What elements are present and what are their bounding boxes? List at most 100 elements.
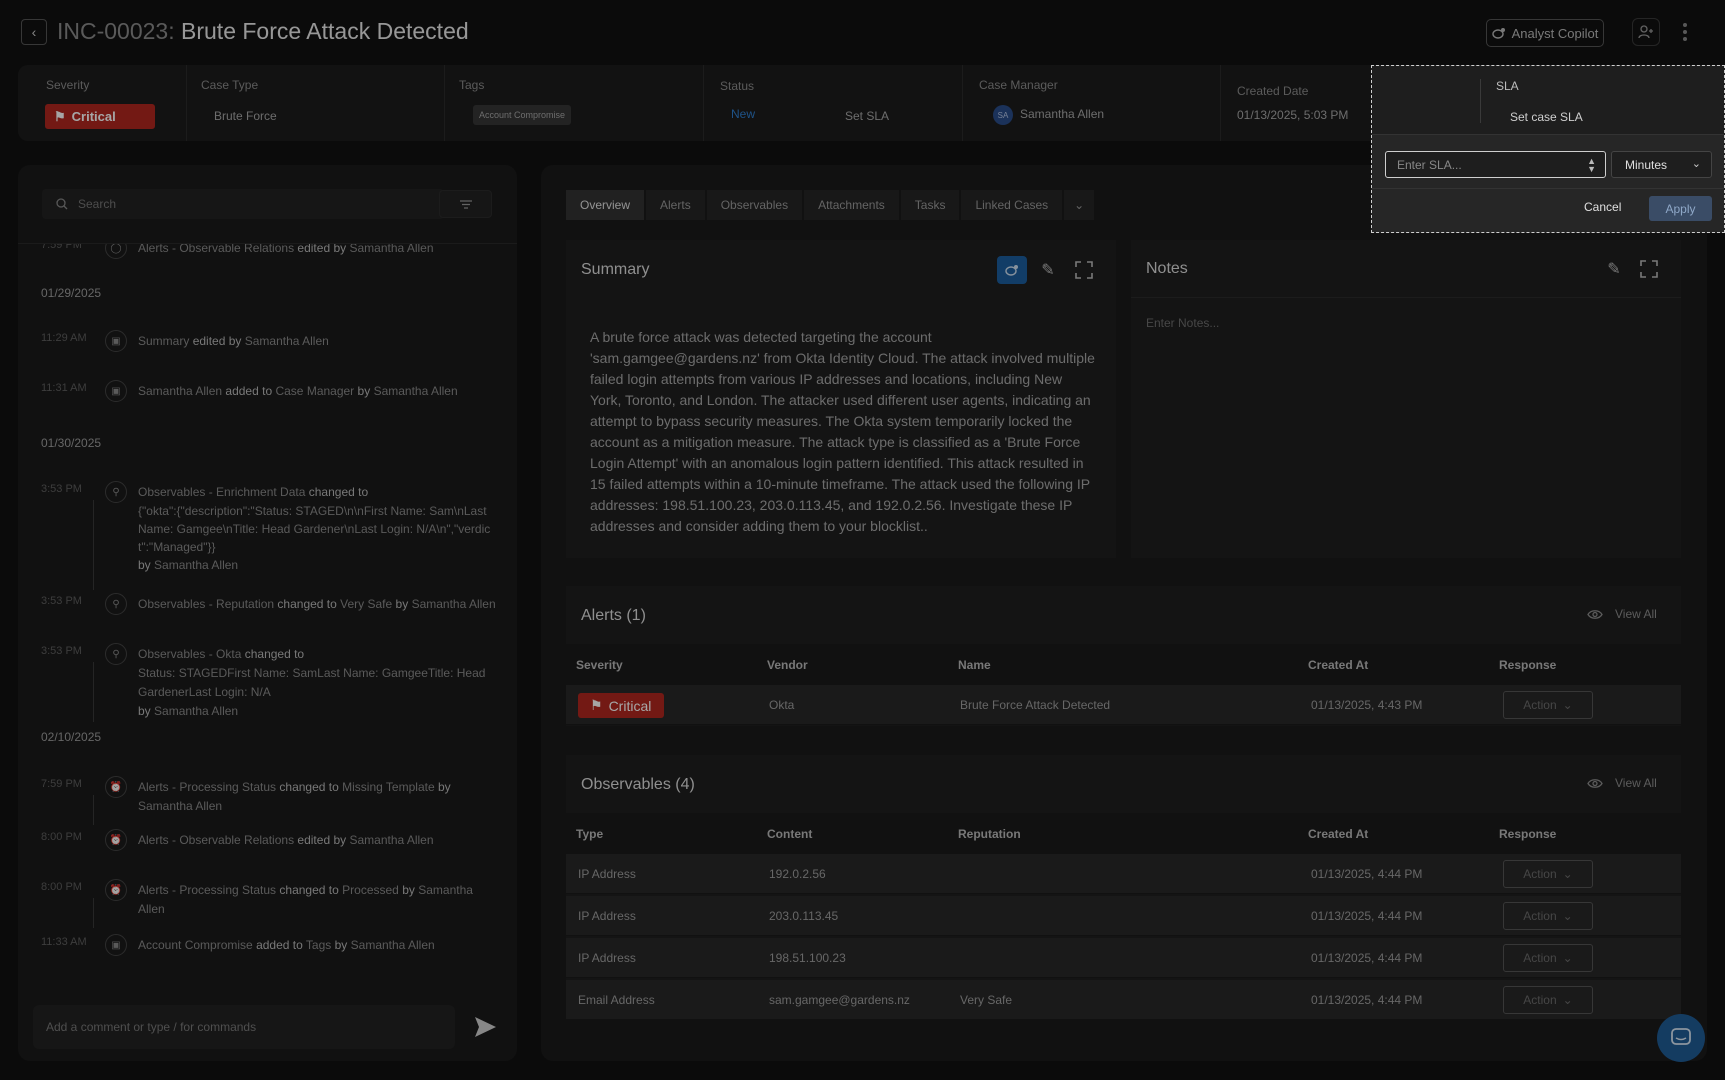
chat-support-button[interactable] xyxy=(1657,1014,1705,1062)
alerts-view-all-button[interactable]: View All xyxy=(1587,607,1657,621)
notes-card: Notes ✎ Enter Notes... xyxy=(1131,240,1681,558)
activity-time: 8:00 PM xyxy=(41,881,82,893)
content-cell: sam.gamgee@gardens.nz xyxy=(769,993,910,1007)
activity-time: 7:59 PM xyxy=(41,243,82,251)
alert-icon: ◯ xyxy=(105,244,127,259)
severity-value: Critical xyxy=(71,109,116,124)
created-date-label: Created Date xyxy=(1237,84,1309,98)
search-placeholder: Search xyxy=(78,197,117,211)
search-input[interactable]: Search xyxy=(42,189,444,219)
tab-linked-cases[interactable]: Linked Cases xyxy=(961,190,1063,220)
expand-summary-button[interactable] xyxy=(1069,256,1099,284)
chevron-down-icon: ⌄ xyxy=(1562,698,1573,712)
type-cell: IP Address xyxy=(578,951,636,965)
set-case-sla-label: Set case SLA xyxy=(1510,110,1583,124)
timeline-date: 01/29/2025 xyxy=(41,286,102,300)
activity-text: Alerts - Observable Relations edited by … xyxy=(138,243,434,255)
status-value[interactable]: New xyxy=(731,107,755,121)
activity-text: Samantha Allen added to Case Manager by … xyxy=(138,384,458,398)
activity-time: 11:31 AM xyxy=(41,382,87,394)
comment-input[interactable]: Add a comment or type / for commands xyxy=(33,1005,455,1049)
table-row[interactable]: IP Address 203.0.113.45 01/13/2025, 4:44… xyxy=(566,896,1681,936)
more-tabs-button[interactable]: ⌄ xyxy=(1064,190,1095,220)
activity-timeline[interactable]: 7:59 PM ◯ Alerts - Observable Relations … xyxy=(18,243,517,969)
expand-notes-button[interactable] xyxy=(1634,255,1664,283)
column-header: Created At xyxy=(1308,827,1369,841)
summary-title: Summary xyxy=(581,261,650,278)
tab-tasks[interactable]: Tasks xyxy=(900,190,960,220)
activity-time: 11:29 AM xyxy=(41,332,87,344)
alerts-table-header: Severity Vendor Name Created At Response xyxy=(566,644,1681,685)
action-dropdown[interactable]: Action ⌄ xyxy=(1503,902,1593,930)
more-options-icon[interactable] xyxy=(1676,19,1694,45)
analyst-copilot-button[interactable]: Analyst Copilot xyxy=(1486,19,1604,47)
reputation-cell: Very Safe xyxy=(960,993,1013,1007)
table-row[interactable]: ⚑ Critical Okta Brute Force Attack Detect… xyxy=(566,685,1681,725)
summary-text: A brute force attack was detected target… xyxy=(590,329,1095,534)
view-all-label: View All xyxy=(1615,776,1657,790)
column-header: Vendor xyxy=(767,658,808,672)
assign-user-button[interactable] xyxy=(1632,18,1660,46)
note-icon: ▣ xyxy=(105,380,127,402)
content-cell: 192.0.2.56 xyxy=(769,867,826,881)
search-icon: ⚲ xyxy=(105,481,127,503)
timeline-date: 02/10/2025 xyxy=(41,730,102,744)
action-dropdown[interactable]: Action ⌄ xyxy=(1503,944,1593,972)
ai-summary-button[interactable] xyxy=(997,256,1027,284)
tab-alerts[interactable]: Alerts xyxy=(646,190,705,220)
eye-icon xyxy=(1587,609,1603,619)
alarm-icon: ⏰ xyxy=(105,879,127,901)
content-cell: 203.0.113.45 xyxy=(769,909,839,923)
alarm-icon: ⏰ xyxy=(105,776,127,798)
pencil-icon: ✎ xyxy=(1607,261,1621,278)
top-bar: ‹ INC-00023: Brute Force Attack Detected… xyxy=(0,0,1725,64)
observables-view-all-button[interactable]: View All xyxy=(1587,776,1657,790)
apply-button[interactable]: Apply xyxy=(1649,196,1712,221)
tab-observables[interactable]: Observables xyxy=(706,190,803,220)
severity-badge: ⚑ Critical xyxy=(578,693,664,718)
filter-button[interactable] xyxy=(439,190,492,218)
case-id: INC-00023: xyxy=(57,18,175,44)
note-icon: ▣ xyxy=(105,330,127,352)
cancel-button[interactable]: Cancel xyxy=(1584,200,1621,214)
sla-unit-select[interactable]: Minutes ⌄ xyxy=(1611,151,1712,178)
tag-chip[interactable]: Account Compromise xyxy=(473,105,572,125)
table-row[interactable]: IP Address 198.51.100.23 01/13/2025, 4:4… xyxy=(566,938,1681,978)
action-dropdown[interactable]: Action ⌄ xyxy=(1503,691,1593,719)
type-cell: IP Address xyxy=(578,867,636,881)
view-all-label: View All xyxy=(1615,607,1657,621)
sla-input[interactable]: Enter SLA... ▲ ▼ xyxy=(1385,151,1606,178)
sla-popup: SLA Set case SLA Enter SLA... ▲ ▼ Minutes… xyxy=(1371,65,1725,233)
expand-icon xyxy=(1075,261,1093,279)
chevron-left-icon: ‹ xyxy=(31,24,37,40)
case-manager-name: Samantha Allen xyxy=(1020,107,1105,122)
chevron-down-icon: ⌄ xyxy=(1562,909,1573,923)
action-dropdown[interactable]: Action ⌄ xyxy=(1503,986,1593,1014)
activity-text: Account Compromise added to Tags by Sama… xyxy=(138,938,435,952)
tab-overview[interactable]: Overview xyxy=(566,190,645,220)
status-section: Status New Set SLA xyxy=(703,65,962,141)
edit-notes-button[interactable]: ✎ xyxy=(1599,255,1629,283)
severity-label: Severity xyxy=(46,78,90,92)
notes-input[interactable]: Enter Notes... xyxy=(1146,316,1219,330)
column-header: Reputation xyxy=(958,827,1021,841)
case-type-value[interactable]: Brute Force xyxy=(214,109,277,123)
edit-summary-button[interactable]: ✎ xyxy=(1033,256,1063,284)
severity-badge[interactable]: ⚑ Critical xyxy=(45,104,155,129)
created-cell: 01/13/2025, 4:43 PM xyxy=(1311,698,1423,712)
set-sla-link[interactable]: Set SLA xyxy=(845,109,889,123)
name-cell: Brute Force Attack Detected xyxy=(960,698,1111,712)
activity-text: Alerts - Processing Status changed to Pr… xyxy=(138,883,473,916)
eye-icon xyxy=(1587,778,1603,788)
stepper-icon[interactable]: ▲ ▼ xyxy=(1587,157,1596,174)
table-row[interactable]: Email Address sam.gamgee@gardens.nz Very… xyxy=(566,980,1681,1020)
column-header: Severity xyxy=(576,658,623,672)
action-dropdown[interactable]: Action ⌄ xyxy=(1503,860,1593,888)
search-icon xyxy=(56,198,68,210)
tab-attachments[interactable]: Attachments xyxy=(804,190,899,220)
created-date-section: Created Date 01/13/2025, 5:03 PM xyxy=(1220,65,1390,141)
send-icon[interactable] xyxy=(472,1014,498,1040)
table-row[interactable]: IP Address 192.0.2.56 01/13/2025, 4:44 P… xyxy=(566,854,1681,894)
back-button[interactable]: ‹ xyxy=(21,19,47,45)
case-manager-value[interactable]: SA Samantha Allen xyxy=(993,105,1104,125)
